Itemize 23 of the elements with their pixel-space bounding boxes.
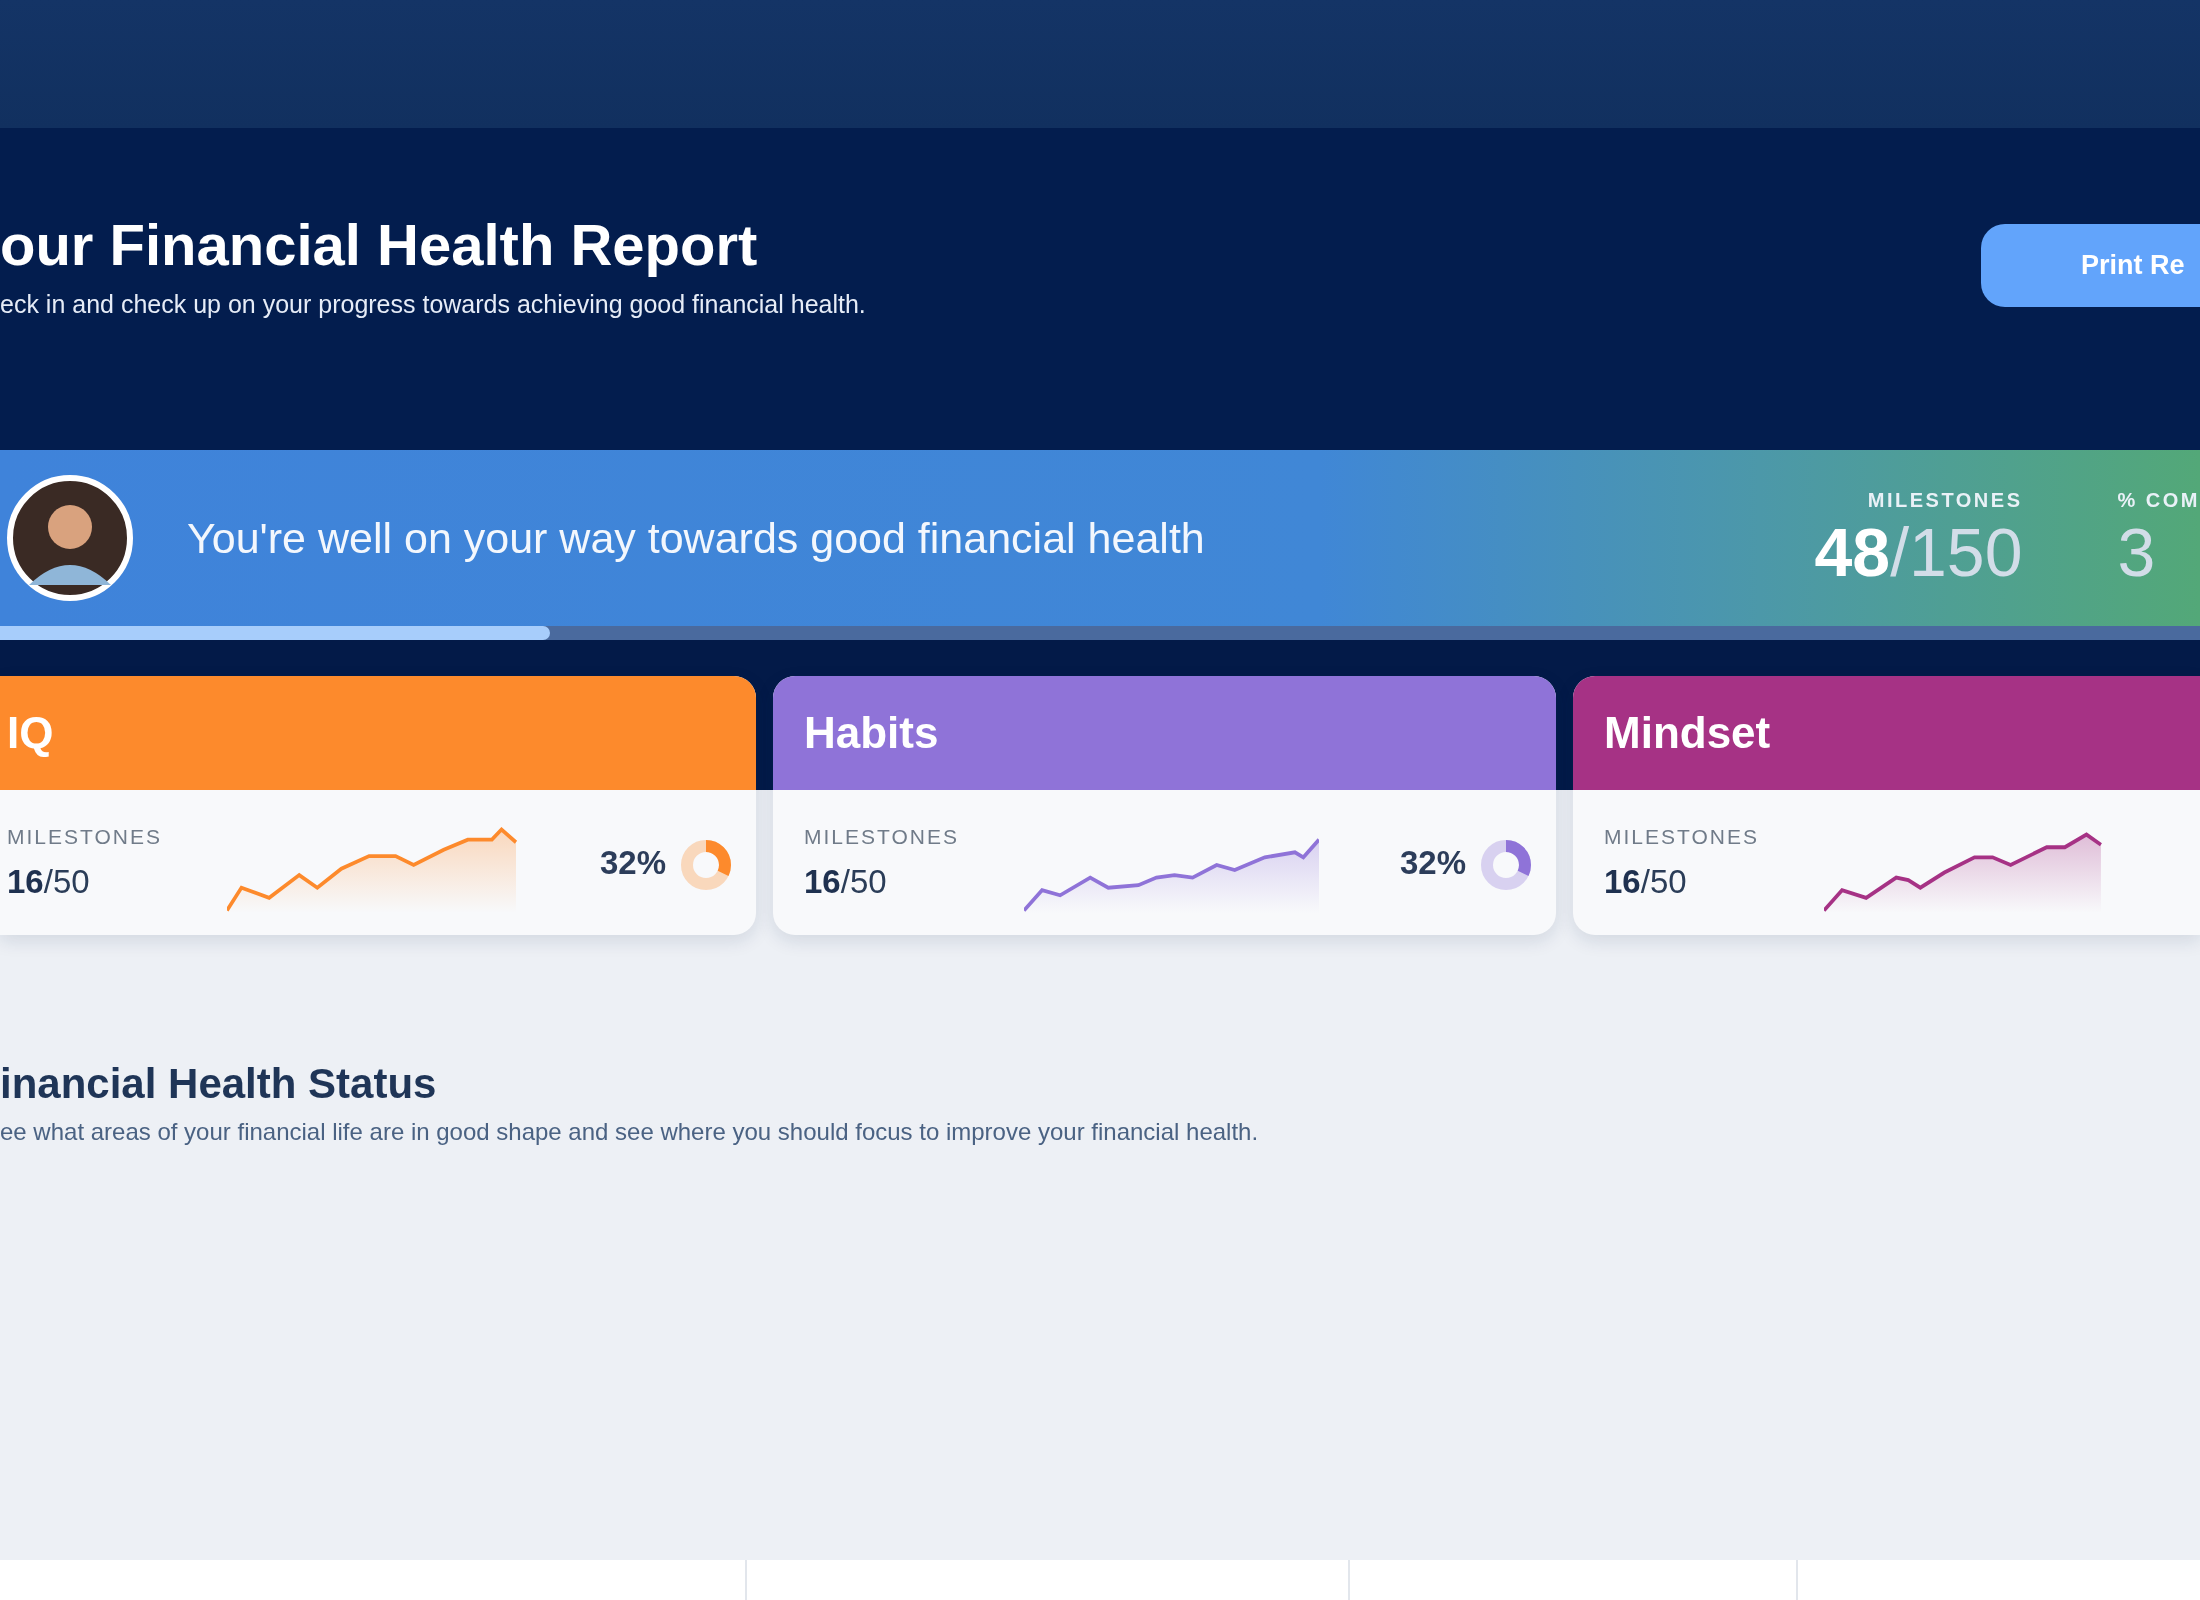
milestones-value: 16/50	[1604, 862, 1688, 901]
percent-value: 32%	[599, 843, 666, 882]
donut-meter	[1480, 838, 1532, 891]
donut-meter	[680, 838, 732, 891]
banner-message: You're well on your way towards good financial health	[187, 513, 1205, 563]
stat-label: % COM	[2117, 488, 2200, 512]
category-title: Habits	[804, 708, 939, 758]
category-title: Mindset	[1604, 708, 1771, 758]
category-title: IQ	[7, 708, 54, 758]
milestones-label: MILESTONES	[7, 824, 163, 849]
section-subtitle: ee what areas of your financial life are in good shape and see where you should focus to improve your financial health.	[0, 1118, 1260, 1146]
section-title: inancial Health Status	[0, 1060, 438, 1108]
stat-label: MILESTONES	[1867, 488, 2023, 512]
print-button[interactable]: Print Re	[1981, 224, 2200, 307]
milestones-value: 16/50	[7, 862, 91, 901]
milestones-label: MILESTONES	[804, 824, 960, 849]
page-subtitle: eck in and check up on your progress towards achieving good financial health.	[0, 289, 866, 320]
stat-value: 3	[2117, 515, 2156, 588]
milestones-label: MILESTONES	[1604, 824, 1760, 849]
stat-value: 48/150	[1814, 515, 2023, 588]
page-title: our Financial Health Report	[0, 211, 759, 279]
percent-value: 32%	[1399, 843, 1466, 882]
milestones-value: 16/50	[804, 862, 888, 901]
